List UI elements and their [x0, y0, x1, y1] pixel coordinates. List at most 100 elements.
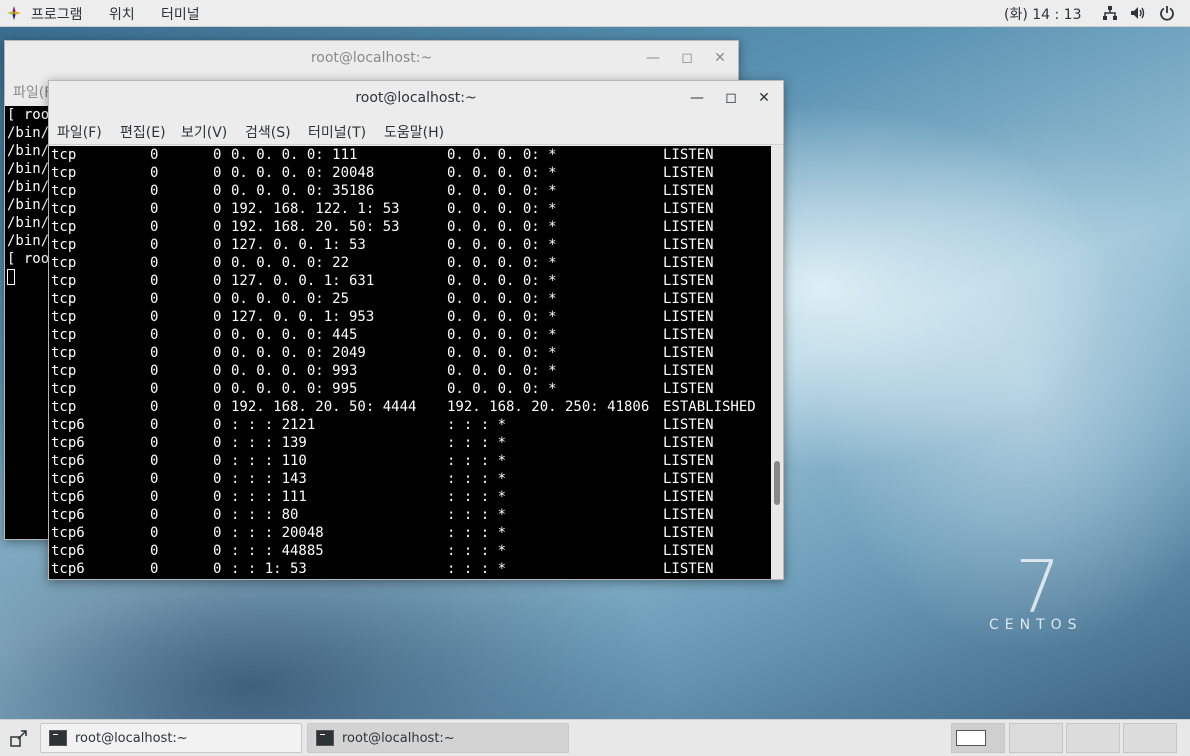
netstat-local-address: : : : 143 — [231, 471, 307, 487]
netstat-local-address: 127. 0. 0. 1: 631 — [231, 273, 375, 289]
netstat-state: LISTEN — [663, 489, 714, 505]
menu-search[interactable]: 검색(S) — [245, 122, 291, 142]
terminal-line: /bin/ — [7, 161, 50, 177]
window-title[interactable]: root@localhost:~ — [49, 81, 783, 115]
menu-edit[interactable]: 편집(E) — [120, 122, 166, 142]
netstat-row: tcp 0 0 192. 168. 122. 1: 53 0. 0. 0. 0: * LI… — [49, 200, 771, 218]
netstat-row: tcp 0 0 0. 0. 0. 0: 25 0. 0. 0. 0: * LISTEN — [49, 290, 771, 308]
minimize-icon[interactable]: — — [689, 90, 705, 106]
window-title[interactable]: root@localhost:~ — [5, 41, 738, 75]
netstat-recv-q: 0 — [150, 381, 159, 397]
netstat-recv-q: 0 — [150, 345, 159, 361]
netstat-state: LISTEN — [663, 363, 714, 379]
workspace-3[interactable] — [1066, 723, 1120, 753]
netstat-row: tcp 0 0 127. 0. 0. 1: 631 0. 0. 0. 0: * LISTE… — [49, 272, 771, 290]
netstat-local-address: 0. 0. 0. 0: 20048 — [231, 165, 375, 181]
netstat-proto: tcp — [51, 327, 77, 343]
netstat-state: LISTEN — [663, 525, 714, 541]
netstat-state: LISTEN — [663, 273, 714, 289]
menu-view[interactable]: 보기(V) — [181, 122, 227, 142]
netstat-proto: tcp — [51, 363, 77, 379]
netstat-recv-q: 0 — [150, 309, 159, 325]
maximize-icon[interactable]: ◻ — [723, 90, 739, 106]
netstat-send-q: 0 — [213, 183, 222, 199]
netstat-state: LISTEN — [663, 507, 714, 523]
netstat-proto: tcp — [51, 291, 77, 307]
netstat-local-address: 0. 0. 0. 0: 2049 — [231, 345, 366, 361]
netstat-local-address: : : : 44885 — [231, 543, 324, 559]
netstat-local-address: 0. 0. 0. 0: 445 — [231, 327, 358, 343]
terminal-line: /bin/ — [7, 125, 50, 141]
workspace-1[interactable] — [951, 723, 1005, 753]
netstat-proto: tcp — [51, 201, 77, 217]
netstat-row: tcp 0 0 0. 0. 0. 0: 2049 0. 0. 0. 0: * LISTEN — [49, 344, 771, 362]
netstat-send-q: 0 — [213, 543, 222, 559]
scrollbar-thumb[interactable] — [774, 461, 780, 505]
netstat-row: tcp6 0 0: : : 111: : : * LISTEN — [49, 488, 771, 506]
close-icon[interactable]: ✕ — [712, 50, 728, 66]
menu-terminal[interactable]: 터미널 — [161, 4, 200, 24]
workspace-2[interactable] — [1009, 723, 1063, 753]
netstat-send-q: 0 — [213, 507, 222, 523]
terminal-output[interactable]: tcp 0 0 0. 0. 0. 0: 111 0. 0. 0. 0: * LISTEN t… — [49, 146, 771, 579]
netstat-local-address: : : : 139 — [231, 435, 307, 451]
menu-file[interactable]: 파일(F) — [57, 122, 102, 142]
menu-help[interactable]: 도움말(H) — [384, 122, 444, 142]
netstat-proto: tcp6 — [51, 507, 85, 523]
menu-terminal[interactable]: 터미널(T) — [308, 122, 366, 142]
netstat-state: LISTEN — [663, 345, 714, 361]
netstat-proto: tcp — [51, 273, 77, 289]
minimize-icon[interactable]: — — [645, 50, 661, 66]
netstat-state: LISTEN — [663, 165, 714, 181]
terminal-line: /bin/ — [7, 215, 50, 231]
menu-file[interactable]: 파일(F — [13, 82, 52, 102]
show-desktop-icon[interactable] — [10, 729, 28, 747]
maximize-icon[interactable]: ◻ — [679, 50, 695, 66]
netstat-send-q: 0 — [213, 147, 222, 163]
clock[interactable]: (화) 14 : 13 — [1004, 4, 1082, 24]
terminal-window-active[interactable]: root@localhost:~ — ◻ ✕ 파일(F) 편집(E) 보기(V)… — [48, 80, 784, 580]
taskbar-item-label: root@localhost:~ — [342, 731, 455, 746]
netstat-row: tcp6 0 0: : : 20048: : : * LISTEN — [49, 524, 771, 542]
netstat-state: LISTEN — [663, 543, 714, 559]
netstat-proto: tcp6 — [51, 435, 85, 451]
netstat-row: tcp 0 0 0. 0. 0. 0: 35186 0. 0. 0. 0: * LISTE… — [49, 182, 771, 200]
taskbar-item-terminal-1[interactable]: root@localhost:~ — [40, 723, 302, 753]
scrollbar[interactable] — [771, 146, 783, 579]
menu-places[interactable]: 위치 — [109, 4, 135, 24]
netstat-row: tcp6 0 0: : : 80: : : * LISTEN — [49, 506, 771, 524]
menu-applications[interactable]: 프로그램 — [31, 4, 83, 24]
netstat-recv-q: 0 — [150, 417, 159, 433]
netstat-local-address: : : : 110 — [231, 453, 307, 469]
netstat-recv-q: 0 — [150, 291, 159, 307]
workspace-4[interactable] — [1123, 723, 1177, 753]
netstat-foreign-address: : : : * — [447, 525, 507, 541]
netstat-send-q: 0 — [213, 165, 222, 181]
applications-icon[interactable] — [7, 6, 21, 20]
power-icon[interactable] — [1159, 5, 1175, 21]
netstat-recv-q: 0 — [150, 399, 159, 415]
netstat-proto: tcp6 — [51, 561, 85, 577]
netstat-foreign-address: 0. 0. 0. 0: * — [447, 345, 557, 361]
terminal-line: /bin/ — [7, 233, 50, 249]
netstat-state: LISTEN — [663, 147, 714, 163]
netstat-local-address: 127. 0. 0. 1: 953 — [231, 309, 375, 325]
netstat-send-q: 0 — [213, 273, 222, 289]
netstat-recv-q: 0 — [150, 561, 159, 577]
netstat-foreign-address: 0. 0. 0. 0: * — [447, 291, 557, 307]
netstat-foreign-address: 0. 0. 0. 0: * — [447, 327, 557, 343]
volume-icon[interactable] — [1130, 5, 1146, 21]
network-icon[interactable] — [1102, 5, 1118, 21]
netstat-recv-q: 0 — [150, 201, 159, 217]
netstat-state: LISTEN — [663, 327, 714, 343]
netstat-foreign-address: : : : * — [447, 507, 507, 523]
close-icon[interactable]: ✕ — [756, 90, 772, 106]
netstat-row: tcp 0 0 192. 168. 20. 50: 4444 192. 168. 20.… — [49, 398, 771, 416]
netstat-send-q: 0 — [213, 309, 222, 325]
netstat-state: LISTEN — [663, 381, 714, 397]
netstat-row: tcp 0 0 127. 0. 0. 1: 953 0. 0. 0. 0: * LISTE… — [49, 308, 771, 326]
netstat-send-q: 0 — [213, 255, 222, 271]
netstat-row: tcp6 0 0: : : 44885: : : * LISTEN — [49, 542, 771, 560]
netstat-send-q: 0 — [213, 453, 222, 469]
taskbar-item-terminal-2[interactable]: root@localhost:~ — [307, 723, 569, 753]
